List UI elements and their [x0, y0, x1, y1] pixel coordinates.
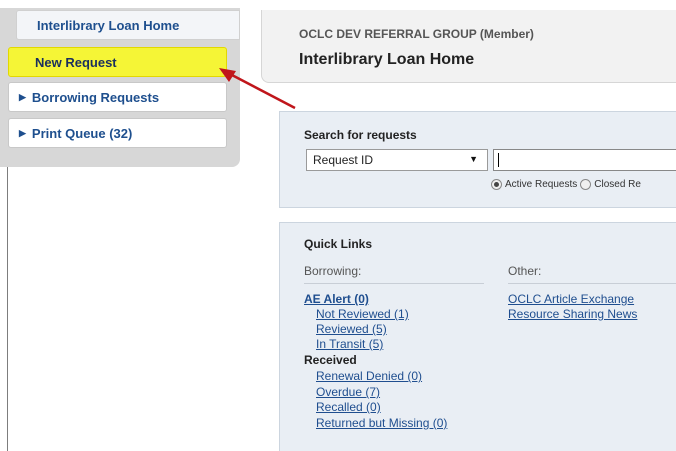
sidebar-item-new-request[interactable]: New Request: [8, 47, 227, 77]
triangle-right-icon: ▶: [19, 127, 26, 138]
other-divider: [508, 283, 676, 284]
text-cursor: [498, 153, 499, 167]
request-status-radios: Active Requests Closed Re: [491, 179, 644, 190]
radio-active-requests[interactable]: [491, 179, 502, 190]
borrowing-heading: Borrowing:: [304, 264, 362, 278]
received-heading: Received: [304, 353, 357, 367]
link-sharing-news[interactable]: Resource Sharing News: [508, 307, 637, 321]
page-title: Interlibrary Loan Home: [299, 51, 475, 68]
radio-closed-requests[interactable]: [580, 179, 592, 190]
sidebar-item-ill-home[interactable]: Interlibrary Loan Home: [16, 10, 240, 40]
link-recalled[interactable]: Recalled (0): [316, 400, 381, 414]
radio-closed-label: Closed Re: [594, 179, 641, 190]
link-reviewed[interactable]: Reviewed (5): [316, 322, 387, 336]
search-type-select[interactable]: Request ID ▼: [306, 149, 488, 171]
search-panel: Search for requests Request ID ▼ Active …: [279, 111, 676, 208]
radio-active-label: Active Requests: [505, 179, 578, 190]
borrowing-divider: [304, 283, 484, 284]
sidebar-item-borrowing-requests[interactable]: ▶ Borrowing Requests: [8, 82, 227, 112]
institution-name: OCLC DEV REFERRAL GROUP (Member): [299, 27, 534, 41]
sidebar-item-label: New Request: [35, 54, 117, 70]
link-returned-missing[interactable]: Returned but Missing (0): [316, 416, 447, 430]
sidebar-item-label: Interlibrary Loan Home: [37, 17, 180, 33]
triangle-right-icon: ▶: [19, 91, 26, 102]
quick-links-panel: Quick Links Borrowing: Other: AE Alert (…: [279, 222, 676, 451]
link-in-transit[interactable]: In Transit (5): [316, 337, 383, 351]
sidebar-item-print-queue[interactable]: ▶ Print Queue (32): [8, 118, 227, 148]
other-heading: Other:: [508, 264, 542, 278]
link-overdue[interactable]: Overdue (7): [316, 385, 380, 399]
link-not-reviewed[interactable]: Not Reviewed (1): [316, 307, 409, 321]
search-type-value: Request ID: [313, 153, 374, 167]
link-article-exchange[interactable]: OCLC Article Exchange: [508, 292, 634, 306]
quick-links-heading: Quick Links: [304, 237, 373, 251]
link-renewal-denied[interactable]: Renewal Denied (0): [316, 369, 422, 383]
triangle-down-icon: ▼: [469, 154, 478, 164]
page-header: OCLC DEV REFERRAL GROUP (Member) Interli…: [261, 10, 676, 83]
search-input[interactable]: [493, 149, 676, 171]
sidebar-item-label: Borrowing Requests: [31, 89, 160, 105]
sidebar-item-label: Print Queue (32): [31, 125, 133, 141]
link-ae-alert[interactable]: AE Alert (0): [304, 292, 369, 306]
search-heading: Search for requests: [304, 128, 417, 142]
